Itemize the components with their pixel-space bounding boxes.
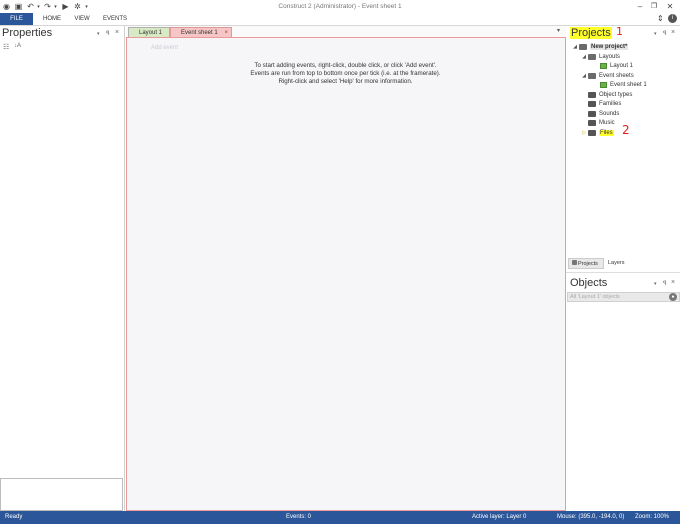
folder-icon — [588, 111, 596, 117]
tree-item-layouts[interactable]: ◢ Layouts — [581, 54, 620, 60]
annotation-2: 2 — [622, 123, 630, 137]
tree-item-files[interactable]: ▷ Files — [581, 130, 614, 136]
status-zoom: Zoom: 100% — [635, 514, 670, 520]
folder-icon — [588, 130, 596, 136]
status-mouse: Mouse: (395.0, -194.0, 0) — [557, 514, 625, 520]
tabs-dropdown-icon[interactable]: ▾ — [557, 27, 560, 34]
properties-panel: Properties ▾ ꟼ × ☷ ↓A — [0, 26, 125, 511]
status-bar: Ready Events: 0 Active layer: Layer 0 Mo… — [0, 511, 680, 524]
alphabetical-icon[interactable]: ↓A — [14, 43, 21, 49]
layout-file-icon — [600, 63, 607, 69]
objects-filter-placeholder: All 'Layout 1' objects — [570, 294, 620, 300]
tree-item-event-sheet-1[interactable]: Event sheet 1 — [600, 82, 647, 88]
tree-item-sounds[interactable]: Sounds — [588, 111, 619, 117]
window-title: Construct 2 (Administrator) - Event shee… — [278, 3, 402, 10]
projects-close-icon[interactable]: × — [671, 29, 675, 36]
tab-layout-1-label: Layout 1 — [139, 30, 163, 36]
tree-item-project[interactable]: ◢ New project* — [572, 44, 629, 50]
music-label: Music — [599, 120, 615, 126]
tab-event-sheet-1-label: Event sheet 1 — [181, 30, 218, 36]
event-sheet-editor[interactable]: Add event To start adding events, right-… — [126, 37, 566, 511]
folder-icon — [588, 101, 596, 107]
ribbon-collapse-icon[interactable]: ⇕ — [657, 14, 664, 23]
tab-layers-label: Layers — [608, 260, 625, 266]
objects-filter-input[interactable]: All 'Layout 1' objects ● — [567, 292, 680, 302]
layout-1-label: Layout 1 — [610, 63, 634, 69]
tab-layout-1[interactable]: Layout 1 — [128, 27, 170, 37]
folder-open-icon — [588, 73, 596, 79]
tree-item-object-types[interactable]: Object types — [588, 92, 632, 98]
event-sheet-file-icon — [600, 82, 607, 88]
families-label: Families — [599, 101, 622, 107]
categorized-icon[interactable]: ☷ — [3, 43, 9, 51]
title-bar: ◉ ▣ ↶ ▾ ↷ ▾ ▶ ✲ ▾ Construct 2 (Administr… — [0, 0, 680, 13]
objects-close-icon[interactable]: × — [671, 279, 675, 286]
files-label: Files — [599, 130, 614, 136]
close-icon[interactable]: ✕ — [664, 2, 676, 11]
annotation-1: 1 — [616, 25, 623, 38]
properties-title: Properties — [2, 27, 53, 39]
event-sheet-1-label: Event sheet 1 — [610, 82, 647, 88]
minimize-icon[interactable]: – — [634, 2, 646, 11]
property-description-box — [0, 478, 123, 511]
objects-title: Objects — [570, 277, 608, 289]
tab-layers[interactable]: Layers — [608, 258, 634, 269]
help-message-line-2: Events are run from top to bottom once p… — [250, 70, 441, 77]
projects-title: Projects — [570, 27, 612, 39]
sounds-label: Sounds — [599, 111, 620, 117]
projects-dropdown-icon[interactable]: ▾ — [654, 31, 657, 37]
panel-close-icon[interactable]: × — [115, 29, 119, 36]
object-types-label: Object types — [599, 92, 633, 98]
objects-dropdown-icon[interactable]: ▾ — [654, 281, 657, 287]
tab-events[interactable]: EVENTS — [101, 13, 129, 25]
folder-icon — [588, 92, 596, 98]
tab-home[interactable]: HOME — [40, 13, 64, 25]
panel-dropdown-icon[interactable]: ▾ — [97, 31, 100, 37]
help-message-line-3: Right-click and select 'Help' for more i… — [278, 78, 413, 85]
document-tabs: Layout 1 Event sheet 1 × ▾ — [126, 26, 566, 37]
filter-go-icon[interactable]: ● — [669, 293, 677, 301]
status-events: Events: 0 — [286, 514, 312, 520]
project-label: New project* — [590, 44, 629, 50]
objects-pin-icon[interactable]: ꟼ — [663, 280, 667, 287]
status-active-layer: Active layer: Layer 0 — [472, 514, 527, 520]
status-ready: Ready — [5, 514, 23, 520]
tab-file[interactable]: FILE — [0, 13, 33, 25]
tab-event-sheet-1[interactable]: Event sheet 1 × — [170, 27, 232, 37]
folder-icon — [588, 120, 596, 126]
tree-item-event-sheets[interactable]: ◢ Event sheets — [581, 73, 634, 79]
projects-tab-icon — [572, 260, 577, 265]
maximize-icon[interactable]: ❐ — [648, 2, 660, 11]
pin-icon[interactable]: ꟼ — [106, 30, 110, 37]
ribbon-tabs: FILE HOME VIEW EVENTS ⇕ i — [0, 13, 680, 25]
tab-projects[interactable]: Projects — [568, 258, 604, 269]
help-message-line-1: To start adding events, right-click, dou… — [254, 62, 437, 69]
bottom-panel-tabs: Projects Layers — [566, 258, 680, 269]
panel-divider — [566, 272, 680, 273]
project-icon — [579, 44, 587, 50]
tree-item-families[interactable]: Families — [588, 101, 621, 107]
tab-view[interactable]: VIEW — [72, 13, 92, 25]
projects-pin-icon[interactable]: ꟼ — [663, 30, 667, 37]
event-sheets-label: Event sheets — [599, 73, 634, 79]
help-icon[interactable]: i — [668, 14, 677, 23]
tab-projects-label: Projects — [578, 261, 598, 267]
folder-open-icon — [588, 54, 596, 60]
tree-item-music[interactable]: Music — [588, 120, 615, 126]
layouts-label: Layouts — [599, 54, 621, 60]
add-event-link[interactable]: Add event — [151, 45, 178, 51]
tree-item-layout-1[interactable]: Layout 1 — [600, 63, 633, 69]
